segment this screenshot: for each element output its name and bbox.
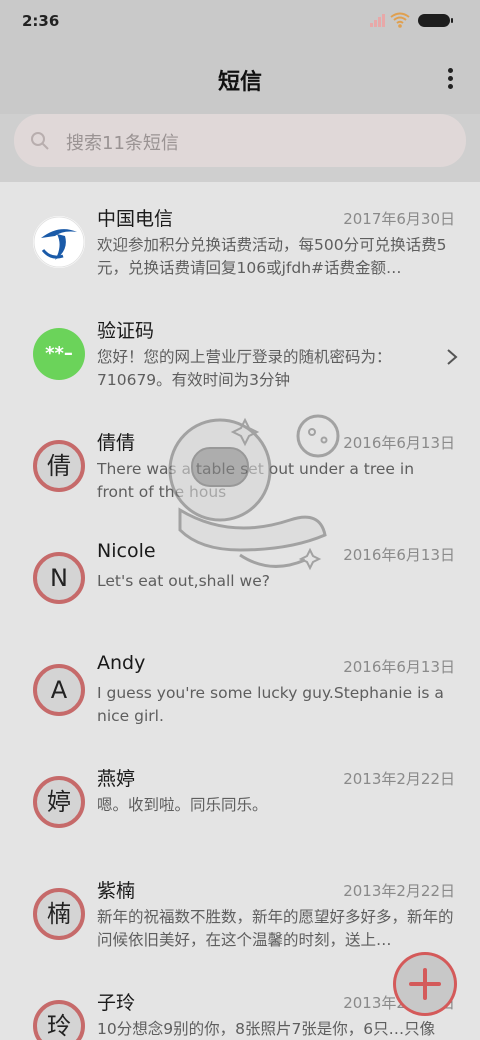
search-placeholder: 搜索11条短信 xyxy=(66,133,179,154)
avatar: 玲 xyxy=(33,1000,85,1040)
plus-icon xyxy=(409,968,441,1000)
conversation-name: 燕婷 xyxy=(97,768,136,790)
avatar: 倩 xyxy=(33,440,85,492)
code-avatar: **– xyxy=(33,328,85,380)
conversation-name: 子玲 xyxy=(97,992,136,1014)
conversation-date: 2017年6月30日 xyxy=(343,210,455,228)
status-icons xyxy=(362,11,462,31)
telecom-logo-icon xyxy=(33,216,85,268)
more-vert-icon[interactable] xyxy=(446,68,454,90)
conversation-list: 中国电信 2017年6月30日 欢迎参加积分兑换话费活动，每500分可兑换话费5… xyxy=(0,190,480,1040)
avatar: N xyxy=(33,552,85,604)
status-time: 2:36 xyxy=(22,12,60,30)
conversation-preview: 您好！您的网上营业厅登录的随机密码为：710679。有效时间为3分钟 xyxy=(97,348,392,389)
compose-button[interactable] xyxy=(393,952,457,1016)
conversation-preview: I guess you're some lucky guy.Stephanie … xyxy=(97,684,444,725)
chevron-right-icon xyxy=(447,349,458,365)
conversation-preview: 嗯。收到啦。同乐同乐。 xyxy=(97,796,268,814)
conversation-item[interactable]: A Andy 2016年6月13日 I guess you're some lu… xyxy=(0,638,480,750)
conversation-date: 2016年6月13日 xyxy=(343,658,455,676)
header: 短信 xyxy=(0,44,480,114)
conversation-name: 倩倩 xyxy=(97,432,136,454)
conversation-name: 紫楠 xyxy=(97,880,136,902)
conversation-name: 验证码 xyxy=(97,320,155,342)
conversation-preview: 欢迎参加积分兑换话费活动，每500分可兑换话费5元，兑换话费请回复106或jfd… xyxy=(97,236,447,277)
astronaut-watermark-icon xyxy=(168,414,340,571)
search-input[interactable]: 搜索11条短信 xyxy=(14,114,466,167)
conversation-name: Andy xyxy=(97,652,146,674)
status-bar: 2:36 xyxy=(0,0,480,44)
conversation-date: 2016年6月13日 xyxy=(343,546,455,564)
search-icon xyxy=(31,132,49,150)
avatar: 楠 xyxy=(33,888,85,940)
conversation-preview: 新年的祝福数不胜数，新年的愿望好多好多，新年的问候依旧美好，在这个温馨的时刻，送… xyxy=(97,908,454,949)
battery-icon xyxy=(418,14,453,27)
conversation-date: 2013年2月22日 xyxy=(343,882,455,900)
conversation-item[interactable]: **– 验证码 您好！您的网上营业厅登录的随机密码为：710679。有效时间为3… xyxy=(0,302,480,414)
signal-icon xyxy=(370,14,385,27)
wifi-icon xyxy=(390,12,410,28)
conversation-date: 2013年2月22日 xyxy=(343,770,455,788)
conversation-preview: 10分想念9别的你，8张照片7张是你，6只…只像你，4根骨头3根归你，2爪着地1… xyxy=(97,1020,436,1038)
conversation-item[interactable]: 中国电信 2017年6月30日 欢迎参加积分兑换话费活动，每500分可兑换话费5… xyxy=(0,190,480,302)
conversation-item[interactable]: 婷 燕婷 2013年2月22日 嗯。收到啦。同乐同乐。 xyxy=(0,750,480,862)
page-title: 短信 xyxy=(217,70,262,95)
avatar: A xyxy=(33,664,85,716)
avatar: 婷 xyxy=(33,776,85,828)
conversation-date: 2016年6月13日 xyxy=(343,434,455,452)
conversation-name: 中国电信 xyxy=(97,208,174,230)
